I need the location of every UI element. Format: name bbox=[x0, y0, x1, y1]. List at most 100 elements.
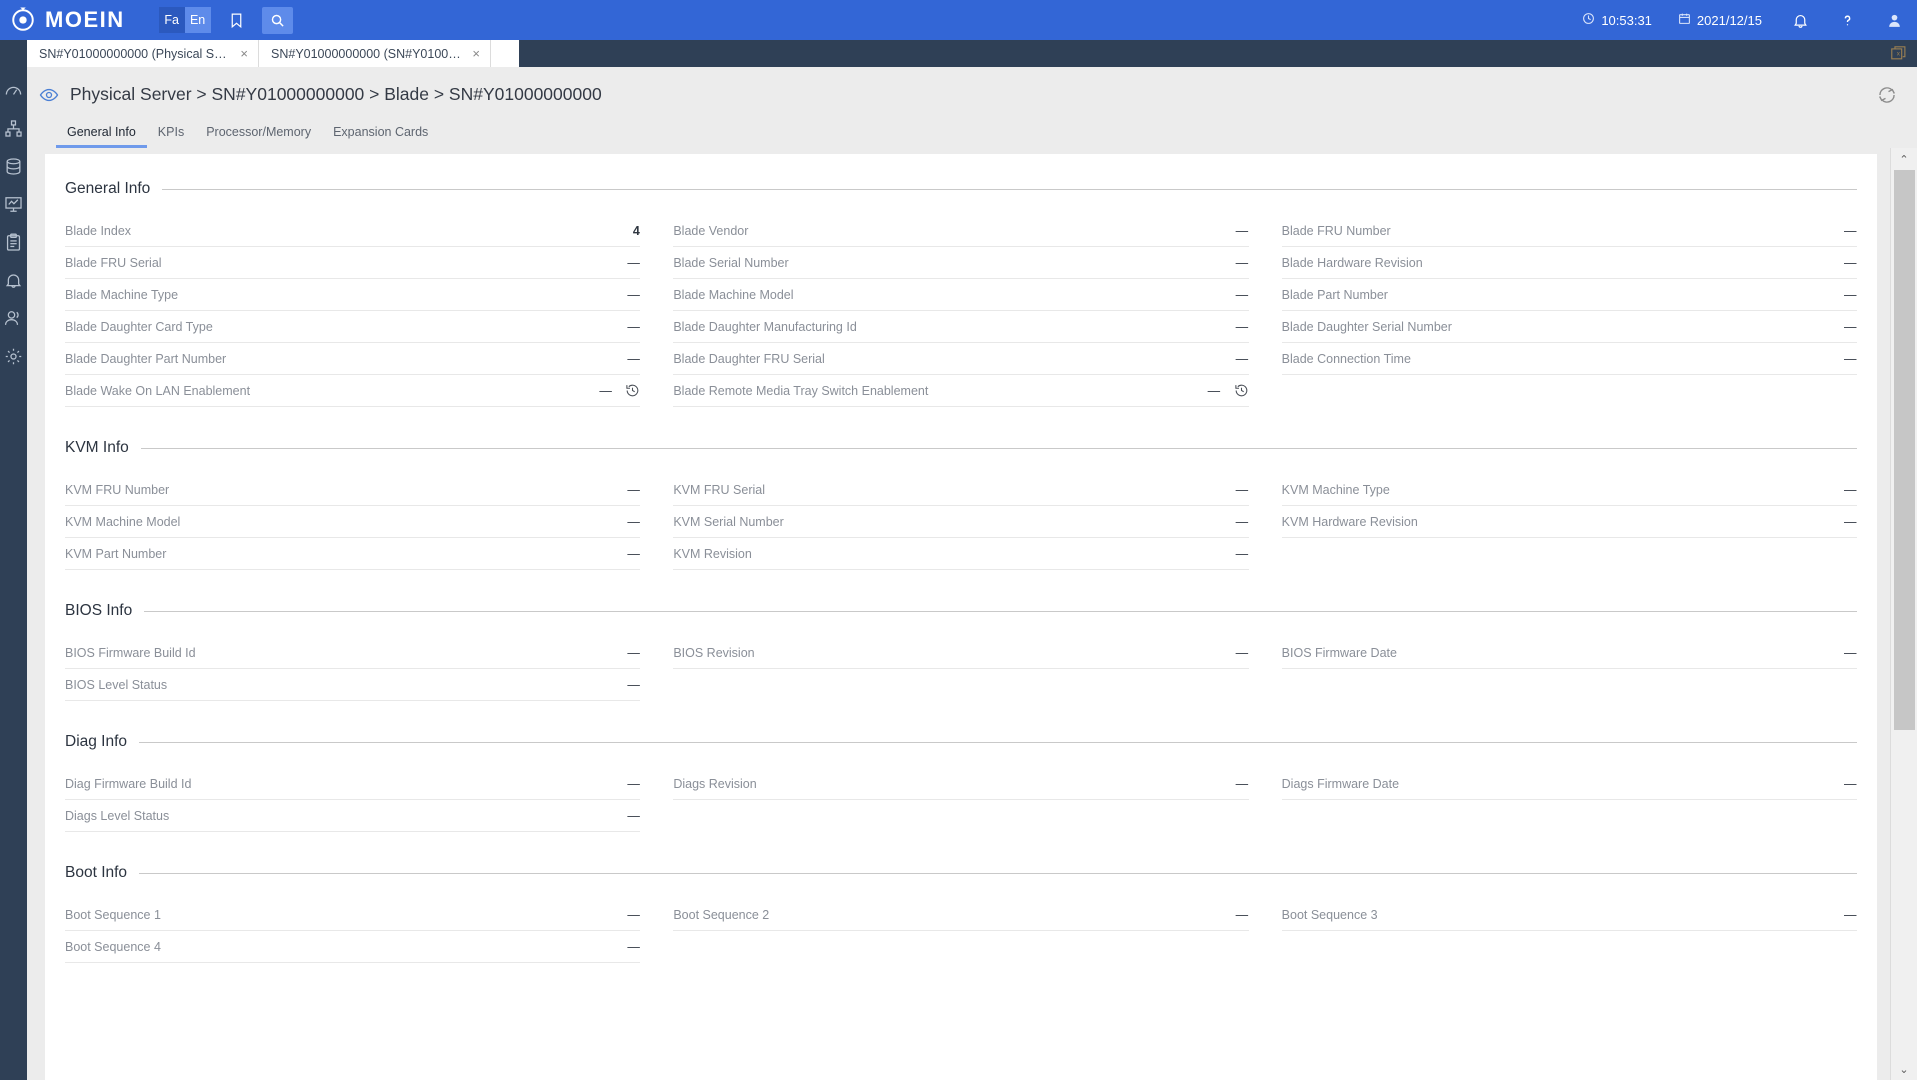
refresh-icon[interactable] bbox=[1877, 85, 1897, 105]
field-placeholder bbox=[673, 931, 1248, 963]
browser-tab-2[interactable]: SN#Y01000000000 (SN#Y010000000... × bbox=[259, 40, 491, 67]
alerts-icon[interactable] bbox=[4, 271, 23, 290]
field-label: Blade Daughter Part Number bbox=[65, 352, 226, 366]
field-row: BIOS Level Status— bbox=[65, 669, 640, 701]
field-value: — bbox=[627, 777, 640, 791]
field-value: — bbox=[1236, 224, 1249, 238]
field-label: Blade FRU Number bbox=[1282, 224, 1391, 238]
clock-display: 10:53:31 bbox=[1582, 12, 1652, 28]
field-grid: Blade Index4 Blade Vendor — Blade FRU Numbe… bbox=[65, 215, 1857, 407]
section-header: KVM Info bbox=[65, 439, 1857, 457]
content-scroll-area: General InfoBlade Index4Blade Vendor—Bla… bbox=[27, 148, 1917, 1080]
field-row: KVM Hardware Revision— bbox=[1282, 506, 1857, 538]
language-switcher[interactable]: Fa En bbox=[159, 7, 211, 33]
field-value: — bbox=[1236, 288, 1249, 302]
field-grid: KVM FRU Number—KVM FRU Serial—KVM Machin… bbox=[65, 474, 1857, 570]
field-placeholder bbox=[673, 669, 1248, 701]
field-value: — bbox=[1844, 224, 1857, 238]
field-value: — bbox=[1844, 646, 1857, 660]
field-row: KVM FRU Number— bbox=[65, 474, 640, 506]
field-row: Boot Sequence 4— bbox=[65, 931, 640, 963]
section-header: Diag Info bbox=[65, 733, 1857, 751]
lang-en-button[interactable]: En bbox=[185, 7, 211, 33]
tab-processor-memory[interactable]: Processor/Memory bbox=[195, 125, 322, 148]
scrollbar-thumb[interactable] bbox=[1894, 170, 1915, 730]
browser-tab-1[interactable]: SN#Y01000000000 (Physical Servers) × bbox=[27, 40, 259, 67]
calendar-icon bbox=[1678, 12, 1691, 28]
field-value: — bbox=[627, 288, 640, 302]
field-value: — bbox=[1844, 256, 1857, 270]
field-row: Blade Connection Time— bbox=[1282, 343, 1857, 375]
field-value: — bbox=[627, 515, 640, 529]
field-value: — bbox=[1236, 483, 1249, 497]
history-icon[interactable] bbox=[625, 383, 640, 398]
field-value: — bbox=[1844, 515, 1857, 529]
field-row: BIOS Firmware Build Id — bbox=[65, 637, 640, 669]
field-label: BIOS Firmware Build Id bbox=[65, 646, 196, 660]
field-label: Boot Sequence 1 bbox=[65, 908, 161, 922]
field-row: Blade Vendor — bbox=[673, 215, 1248, 247]
reports-icon[interactable] bbox=[4, 233, 23, 252]
user-avatar-icon[interactable] bbox=[1886, 12, 1903, 29]
field-value: — bbox=[1236, 515, 1249, 529]
field-label: Boot Sequence 4 bbox=[65, 940, 161, 954]
scroll-down-arrow-icon[interactable]: ⌄ bbox=[1891, 1058, 1917, 1080]
field-label: Boot Sequence 2 bbox=[673, 908, 769, 922]
brand: MOEIN bbox=[10, 7, 125, 33]
field-row: Blade Serial Number— bbox=[673, 247, 1248, 279]
field-placeholder bbox=[1282, 931, 1857, 963]
scroll-up-arrow-icon[interactable]: ⌃ bbox=[1891, 148, 1917, 170]
tab-strip-left-pad bbox=[0, 40, 27, 67]
monitoring-icon[interactable] bbox=[4, 195, 23, 214]
field-label: Blade Hardware Revision bbox=[1282, 256, 1423, 270]
tab-strip: SN#Y01000000000 (Physical Servers) × SN#… bbox=[0, 40, 1917, 67]
field-row: Blade FRU Serial— bbox=[65, 247, 640, 279]
field-row: KVM Part Number— bbox=[65, 538, 640, 570]
moein-logo-icon bbox=[10, 7, 36, 33]
question-mark-icon[interactable] bbox=[1839, 12, 1856, 29]
field-label: Diags Firmware Date bbox=[1282, 777, 1399, 791]
field-value: — bbox=[1844, 777, 1857, 791]
details-card: General InfoBlade Index4Blade Vendor—Bla… bbox=[45, 154, 1877, 1080]
field-value: — bbox=[1844, 288, 1857, 302]
tab-expansion-cards[interactable]: Expansion Cards bbox=[322, 125, 439, 148]
brand-name: MOEIN bbox=[45, 7, 125, 33]
field-grid: Boot Sequence 1 — Boot Sequence 2 — Boot Seq… bbox=[65, 899, 1857, 963]
tab-general-info[interactable]: General Info bbox=[56, 125, 147, 148]
history-icon[interactable] bbox=[1234, 383, 1249, 398]
tab-kpis[interactable]: KPIs bbox=[147, 125, 195, 148]
field-label: Blade Vendor bbox=[673, 224, 748, 238]
close-all-tabs-button[interactable]: x bbox=[1890, 40, 1917, 67]
field-value: — bbox=[627, 678, 640, 692]
search-icon[interactable] bbox=[262, 7, 293, 34]
database-icon[interactable] bbox=[4, 157, 23, 176]
bell-icon[interactable] bbox=[1792, 12, 1809, 29]
field-value: — bbox=[1236, 256, 1249, 270]
field-row: KVM Machine Type— bbox=[1282, 474, 1857, 506]
dashboard-icon[interactable] bbox=[4, 81, 23, 100]
clock-icon bbox=[1582, 12, 1595, 28]
field-row: Blade Index4 bbox=[65, 215, 640, 247]
users-icon[interactable] bbox=[4, 309, 23, 328]
field-label: Blade Machine Type bbox=[65, 288, 178, 302]
field-value: — bbox=[627, 646, 640, 660]
field-row: Diags Level Status— bbox=[65, 800, 640, 832]
field-label: Blade Connection Time bbox=[1282, 352, 1411, 366]
close-icon[interactable]: × bbox=[240, 47, 248, 60]
section-divider bbox=[162, 189, 1857, 190]
topology-icon[interactable] bbox=[4, 119, 23, 138]
field-value: — bbox=[1208, 384, 1221, 398]
field-row: Blade Daughter Card Type— bbox=[65, 311, 640, 343]
field-value: — bbox=[1236, 908, 1249, 922]
top-bar-right: 10:53:31 2021/12/15 bbox=[1556, 12, 1917, 29]
field-row: KVM Revision— bbox=[673, 538, 1248, 570]
vertical-scrollbar[interactable]: ⌃ ⌄ bbox=[1890, 148, 1917, 1080]
eye-icon bbox=[39, 85, 59, 105]
field-value: — bbox=[1844, 908, 1857, 922]
field-value: — bbox=[627, 809, 640, 823]
field-label: KVM Machine Type bbox=[1282, 483, 1390, 497]
bookmark-icon[interactable] bbox=[221, 7, 252, 34]
close-icon[interactable]: × bbox=[472, 47, 480, 60]
settings-icon[interactable] bbox=[4, 347, 23, 366]
lang-fa-button[interactable]: Fa bbox=[159, 7, 185, 33]
